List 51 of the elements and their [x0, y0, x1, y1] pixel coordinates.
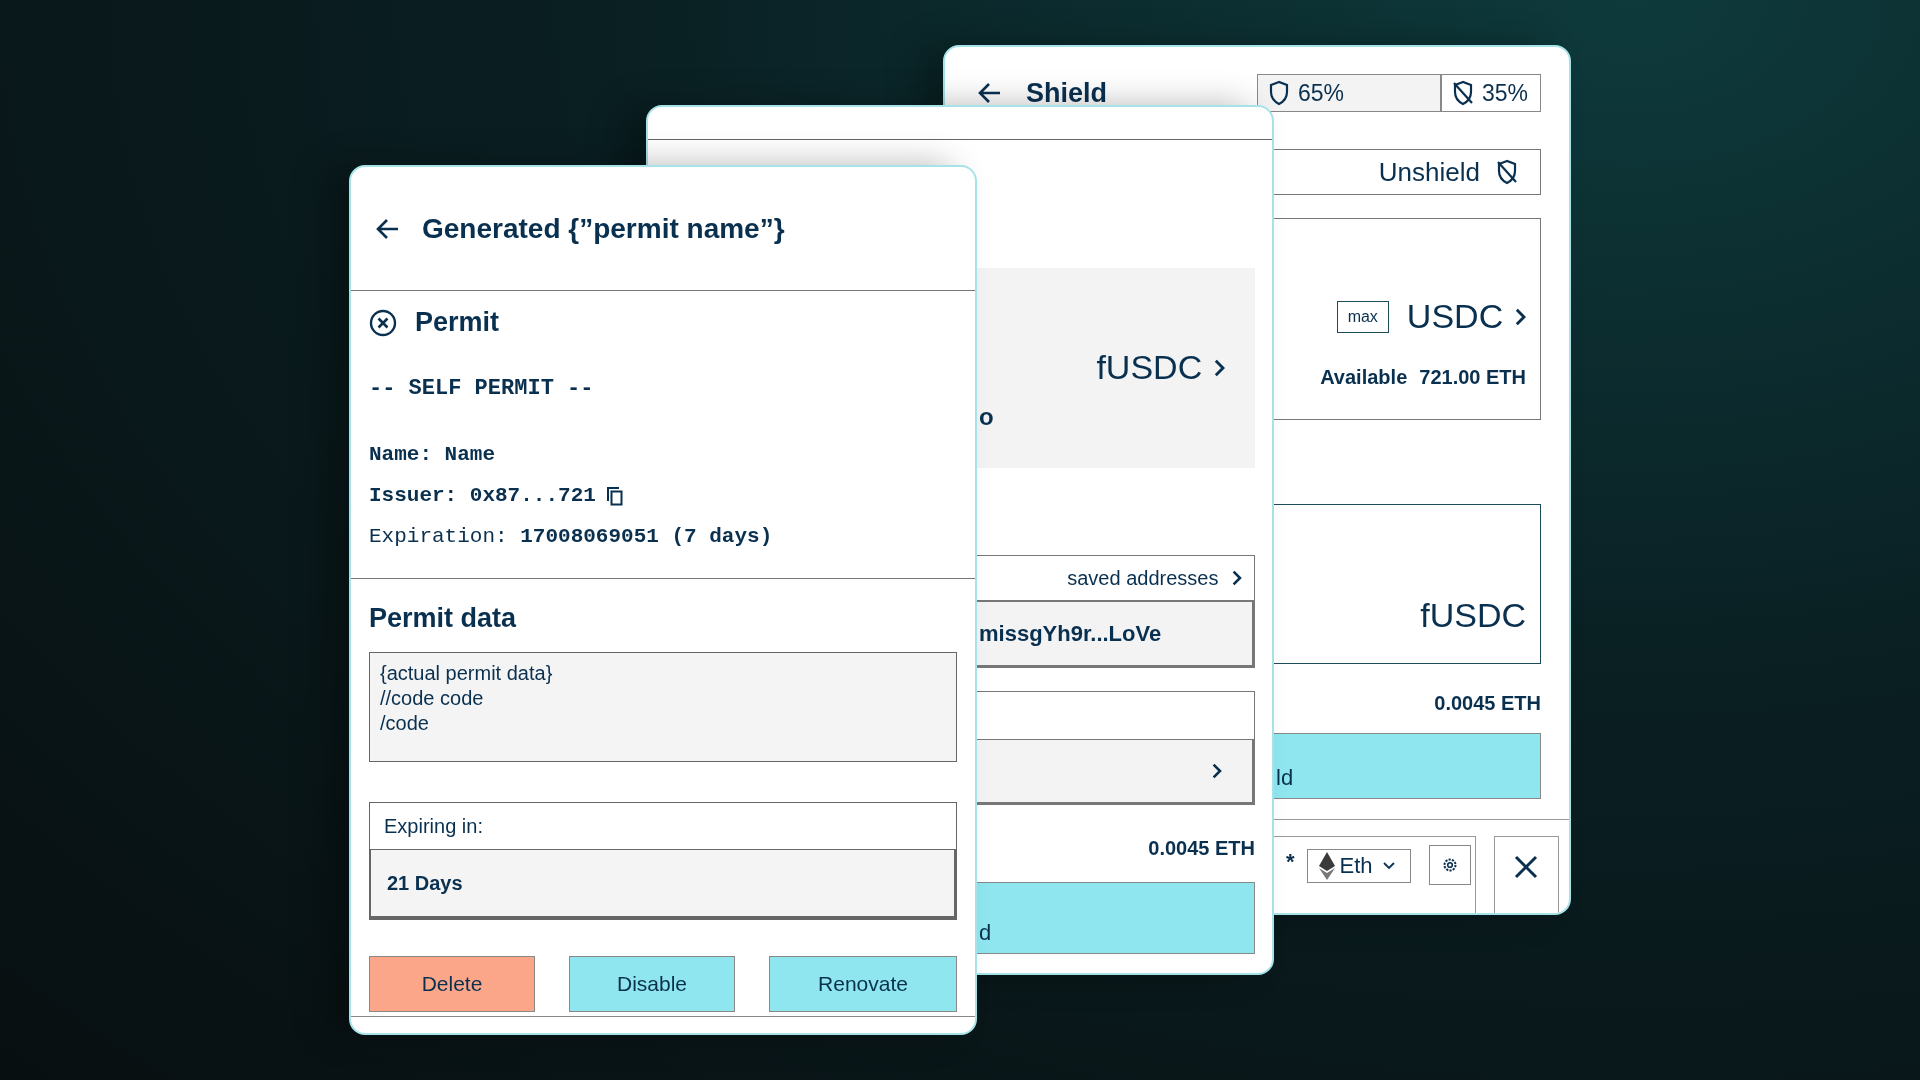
- address-field[interactable]: missgYh9r...LoVe: [977, 601, 1255, 668]
- available-label: Available: [1320, 366, 1408, 389]
- saved-addresses-button[interactable]: saved addresses: [977, 555, 1255, 601]
- shield-off-icon: [1452, 80, 1474, 106]
- card-title: Generated {”permit name”}: [422, 212, 785, 245]
- chevron-down-icon: [1382, 862, 1395, 870]
- card-title: Shield: [1026, 77, 1107, 109]
- chevron-icon: [1515, 307, 1526, 326]
- action-button[interactable]: Renovate: [769, 956, 957, 1012]
- detail-text: Name: Name: [369, 443, 496, 466]
- unshield-button[interactable]: Unshield: [1274, 149, 1541, 195]
- close-button[interactable]: [1493, 836, 1559, 913]
- token-selector[interactable]: fUSDC: [1096, 348, 1225, 387]
- share-value: 65%: [1298, 79, 1345, 107]
- shield-icon: [1268, 80, 1290, 106]
- expiry-field[interactable]: 21 Days: [370, 849, 956, 919]
- permit-type: -- SELF PERMIT --: [369, 376, 595, 401]
- close-icon: [1514, 855, 1539, 879]
- field-label: Expiring in:: [384, 814, 483, 838]
- code-line: {actual permit data}: [380, 661, 554, 685]
- shield-off-icon: [1496, 159, 1518, 185]
- action-button[interactable]: Delete: [369, 956, 535, 1012]
- settings-button[interactable]: [1428, 845, 1471, 885]
- max-button[interactable]: max: [1336, 300, 1389, 333]
- section-title: Permit data: [369, 603, 518, 634]
- action-button[interactable]: ld: [1274, 733, 1541, 799]
- token-name: fUSDC: [1420, 596, 1526, 635]
- close-circle-icon[interactable]: [369, 308, 397, 337]
- available-value: 721.00 ETH: [1419, 366, 1526, 389]
- amount-fragment: o: [979, 403, 995, 431]
- share-value: 35%: [1482, 79, 1529, 107]
- select-field[interactable]: [977, 739, 1255, 805]
- token-selector[interactable]: USDC: [1406, 297, 1526, 336]
- back-arrow-icon[interactable]: [376, 217, 400, 240]
- fee-value: 0.0045 ETH: [1147, 837, 1255, 860]
- chevron-icon: [1232, 570, 1242, 586]
- network-select[interactable]: Eth: [1306, 849, 1411, 883]
- action-button[interactable]: Disable: [569, 956, 735, 1012]
- code-line: //code code: [380, 686, 485, 710]
- copy-icon[interactable]: [605, 485, 624, 506]
- fee-value: 0.0045 ETH: [1433, 692, 1541, 715]
- detail-text: Expiration: 17008069051 (7 days): [369, 525, 773, 548]
- code-line: /code: [380, 711, 430, 735]
- action-button[interactable]: d: [977, 882, 1255, 954]
- asterisk-mark: *: [1286, 849, 1295, 875]
- eth-diamond-icon: [1317, 851, 1336, 881]
- section-title: Permit: [415, 307, 500, 338]
- detail-text: Issuer: 0x87...721: [369, 484, 596, 507]
- chevron-icon: [1214, 358, 1225, 377]
- back-arrow-icon[interactable]: [978, 82, 1002, 104]
- chevron-icon: [1212, 763, 1222, 779]
